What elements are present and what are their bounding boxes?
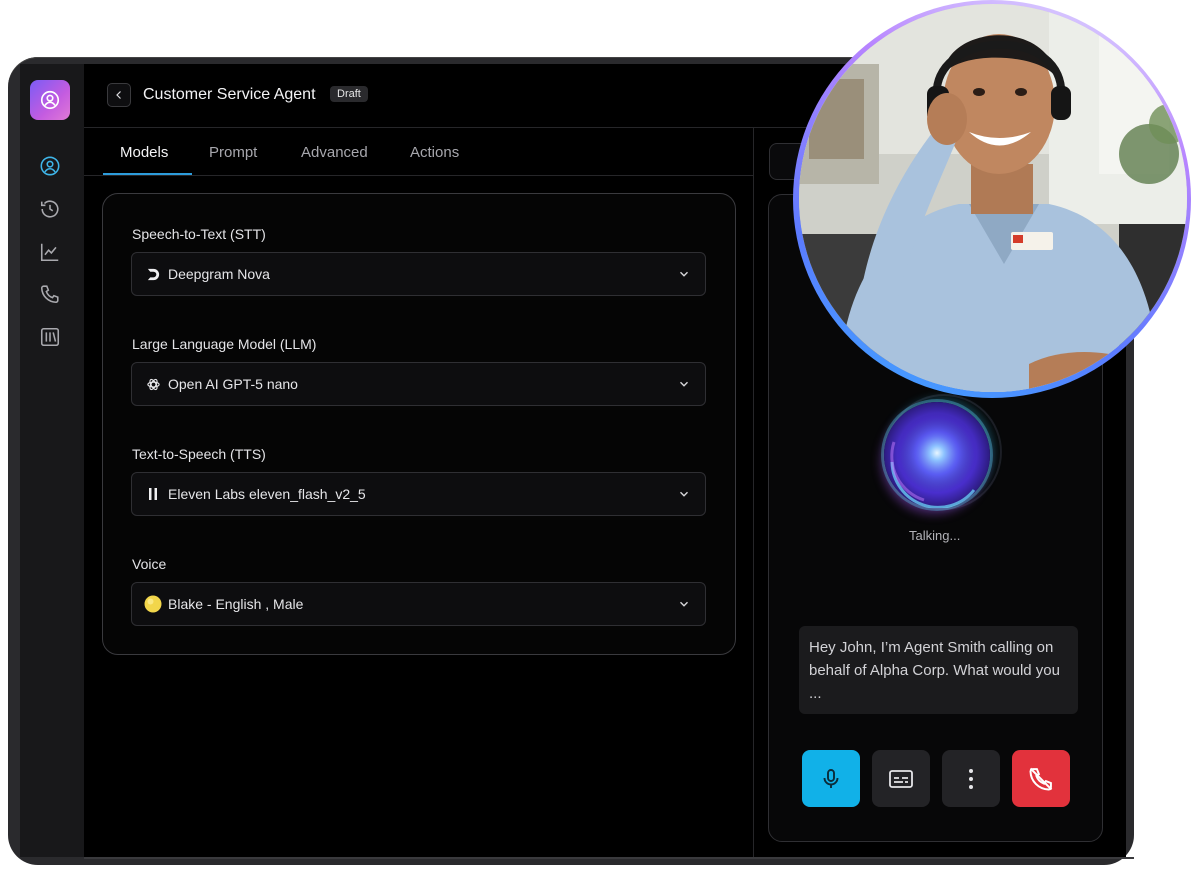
call-status: Talking... <box>909 528 961 543</box>
openai-logo-icon <box>145 376 161 392</box>
status-badge: Draft <box>330 86 368 102</box>
panel-divider <box>753 127 754 857</box>
chevron-left-icon <box>116 91 121 99</box>
history-icon <box>40 200 59 218</box>
chevron-down-icon <box>680 271 688 277</box>
tts-select[interactable]: Eleven Labs eleven_flash_v2_5 <box>131 472 706 516</box>
stt-select[interactable]: Deepgram Nova <box>131 252 706 296</box>
library-icon <box>40 327 60 347</box>
chevron-down-icon <box>680 381 688 387</box>
chevron-down-icon <box>680 601 688 607</box>
sidebar-item-analytics[interactable] <box>38 240 62 264</box>
analytics-icon <box>40 243 59 262</box>
app-logo[interactable] <box>30 80 70 120</box>
active-tab-indicator <box>103 173 192 175</box>
sidebar-item-history[interactable] <box>38 197 62 221</box>
captions-icon <box>889 769 913 788</box>
agent-icon <box>40 156 60 176</box>
screen-bottom-edge <box>84 857 1134 859</box>
phone-icon <box>40 285 59 304</box>
tab-actions[interactable]: Actions <box>410 144 459 161</box>
back-button[interactable] <box>107 83 131 107</box>
llm-select[interactable]: Open AI GPT-5 nano <box>131 362 706 406</box>
llm-value: Open AI GPT-5 nano <box>168 376 298 392</box>
stt-value: Deepgram Nova <box>168 266 270 282</box>
tab-models[interactable]: Models <box>120 144 168 161</box>
voice-avatar-icon <box>144 595 162 613</box>
captions-button[interactable] <box>872 750 930 807</box>
hang-up-icon <box>1029 767 1053 790</box>
hang-up-button[interactable] <box>1012 750 1070 807</box>
stt-label: Speech-to-Text (STT) <box>132 226 266 242</box>
deepgram-logo-icon <box>145 266 161 282</box>
tts-value: Eleven Labs eleven_flash_v2_5 <box>168 486 366 502</box>
sidebar <box>20 64 84 857</box>
more-vertical-icon <box>969 768 973 789</box>
voice-orb <box>884 402 990 509</box>
voice-label: Voice <box>132 556 167 572</box>
tab-advanced[interactable]: Advanced <box>301 144 368 161</box>
elevenlabs-logo-icon <box>145 486 161 502</box>
agent-logo-icon <box>40 90 60 110</box>
sidebar-item-agents[interactable] <box>38 154 62 178</box>
tabs-divider <box>84 175 753 176</box>
microphone-button[interactable] <box>802 750 860 807</box>
tab-prompt[interactable]: Prompt <box>209 144 257 161</box>
voice-select[interactable]: Blake - English , Male <box>131 582 706 626</box>
orb-glow <box>890 413 977 509</box>
chevron-down-icon <box>680 491 688 497</box>
tts-label: Text-to-Speech (TTS) <box>132 446 266 462</box>
page-title: Customer Service Agent <box>143 86 316 103</box>
voice-value: Blake - English , Male <box>168 596 304 612</box>
microphone-icon <box>823 768 839 788</box>
agent-photo <box>799 4 1187 392</box>
llm-label: Large Language Model (LLM) <box>132 336 317 352</box>
sidebar-item-calls[interactable] <box>38 282 62 306</box>
agent-portrait-illustration <box>799 4 1187 392</box>
transcript-bubble: Hey John, I’m Agent Smith calling on beh… <box>799 626 1078 714</box>
more-options-button[interactable] <box>942 750 1000 807</box>
sidebar-item-library[interactable] <box>38 325 62 349</box>
